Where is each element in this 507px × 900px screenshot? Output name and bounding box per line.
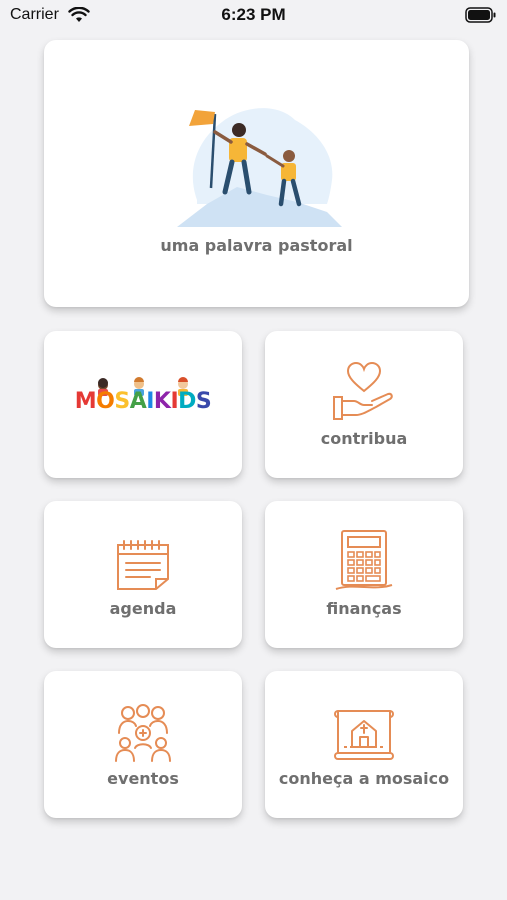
finances-label: finanças [326, 599, 402, 618]
about-mosaico-label: conheça a mosaico [278, 769, 450, 788]
flag-climb-illustration [176, 108, 342, 227]
clock: 6:23 PM [221, 5, 286, 24]
calendar-icon [117, 540, 169, 590]
finances-card[interactable]: finanças [265, 501, 463, 648]
contribute-card[interactable]: contribua [265, 331, 463, 478]
battery-icon [465, 7, 496, 23]
people-group-icon [115, 704, 171, 762]
calculator-icon [335, 530, 393, 590]
events-label: eventos [107, 769, 179, 788]
church-map-icon [334, 710, 394, 760]
mosaikids-logo-text: MOSAIKIDS [74, 389, 212, 414]
status-bar: Carrier 6:23 PM [0, 0, 507, 30]
about-mosaico-card[interactable]: conheça a mosaico [265, 671, 463, 818]
mosaikids-card[interactable]: MOSAIKIDS [44, 331, 242, 478]
pastoral-word-label: uma palavra pastoral [160, 236, 353, 255]
agenda-label: agenda [109, 599, 177, 618]
contribute-label: contribua [320, 429, 408, 448]
agenda-card[interactable]: agenda [44, 501, 242, 648]
pastoral-word-card[interactable]: uma palavra pastoral [44, 40, 469, 307]
heart-hand-icon [333, 361, 393, 420]
events-card[interactable]: eventos [44, 671, 242, 818]
